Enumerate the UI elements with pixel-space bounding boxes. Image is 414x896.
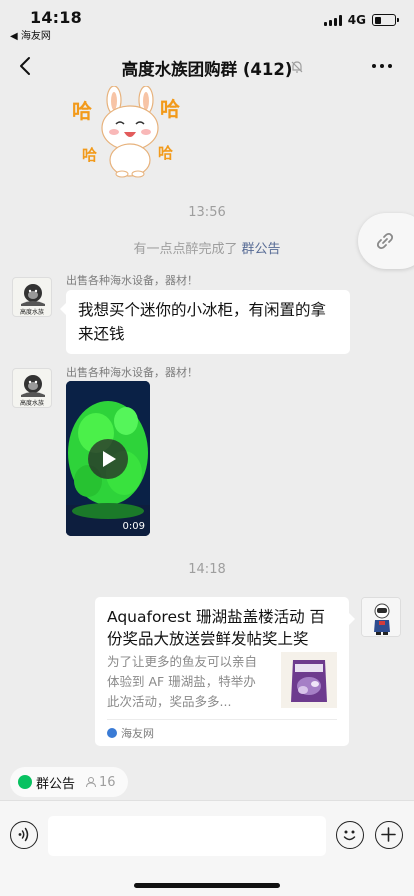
battery-icon (372, 14, 399, 26)
sender-name: 出售各种海水设备，器材！ (66, 274, 198, 287)
card-source: 海友网 (107, 725, 154, 741)
member-count-value: 16 (99, 774, 116, 790)
home-indicator (134, 883, 280, 888)
link-icon (376, 232, 394, 250)
card-description: 为了让更多的鱼友可以亲自体验到 AF 珊湖盐，特举办此次活动，奖品多多... (107, 654, 258, 709)
avatar[interactable]: 高度水族 (12, 368, 52, 408)
salt-bag-thumbnail (281, 652, 337, 708)
svg-text:哈: 哈 (72, 99, 92, 123)
timestamp: 14:18 (188, 562, 226, 577)
voice-button[interactable] (10, 821, 38, 849)
system-message-text: 有一点点醉完成了 (133, 242, 238, 257)
sender-name: 出售各种海水设备，器材！ (66, 366, 198, 379)
plus-icon (381, 827, 396, 842)
svg-text:哈: 哈 (160, 97, 180, 121)
svg-text:哈: 哈 (82, 146, 97, 164)
card-source-label: 海友网 (121, 727, 154, 740)
video-message[interactable]: 0:09 (66, 381, 150, 536)
announcement-label: 群公告 (36, 776, 76, 792)
more-dots-icon[interactable] (372, 64, 392, 68)
card-divider (107, 719, 337, 720)
video-duration: 0:09 (122, 521, 145, 532)
input-bar (0, 800, 414, 896)
message-input[interactable] (48, 816, 326, 856)
emoji-icon (343, 830, 356, 841)
avatar-label: 高度水族 (19, 400, 44, 407)
avatar-label: 高度水族 (19, 309, 44, 316)
play-icon[interactable] (88, 439, 128, 479)
timestamp: 13:56 (188, 205, 226, 220)
rabbit-sticker[interactable]: 哈 哈 哈 哈 (72, 86, 188, 178)
system-message: 有一点点醉完成了 群公告 (0, 238, 414, 257)
announcement-icon (18, 775, 32, 789)
plus-button[interactable] (375, 821, 403, 849)
link-card[interactable]: Aquaforest 珊湖盐盖楼活动 百份奖品大放送尝鲜发帖奖上奖 为了让更多的… (95, 597, 355, 746)
announcement-link[interactable]: 群公告 (242, 242, 281, 257)
message-bubble[interactable]: 我想买个迷你的小冰柜，有闲置的拿来还钱 (60, 290, 350, 354)
signal-icon (323, 14, 342, 26)
avatar[interactable]: 高度水族 (12, 277, 52, 317)
nav-bar: 高度水族团购群 (412) (0, 44, 414, 90)
status-bar: 14:18 ◀ 海友网 4G (0, 0, 414, 44)
member-count: 16 (85, 775, 116, 790)
bell-muted-icon (291, 61, 303, 73)
back-to-app-link[interactable]: ◀ 海友网 (10, 27, 51, 42)
chat-title: 高度水族团购群 (412) (121, 60, 293, 79)
person-icon (86, 777, 97, 788)
network-label: 4G (347, 13, 366, 27)
my-avatar[interactable] (361, 597, 401, 637)
svg-text:哈: 哈 (158, 144, 173, 162)
astronaut-avatar-icon (362, 598, 400, 636)
emoji-button[interactable] (336, 821, 364, 849)
link-float-button[interactable] (358, 213, 414, 269)
status-indicators: 4G (323, 13, 399, 27)
announcement-chip[interactable]: 群公告 16 (10, 767, 128, 797)
voice-icon (18, 827, 29, 842)
card-title: Aquaforest 珊湖盐盖楼活动 百份奖品大放送尝鲜发帖奖上奖 (107, 608, 326, 648)
status-time: 14:18 (30, 8, 82, 27)
source-site-icon (107, 728, 117, 738)
